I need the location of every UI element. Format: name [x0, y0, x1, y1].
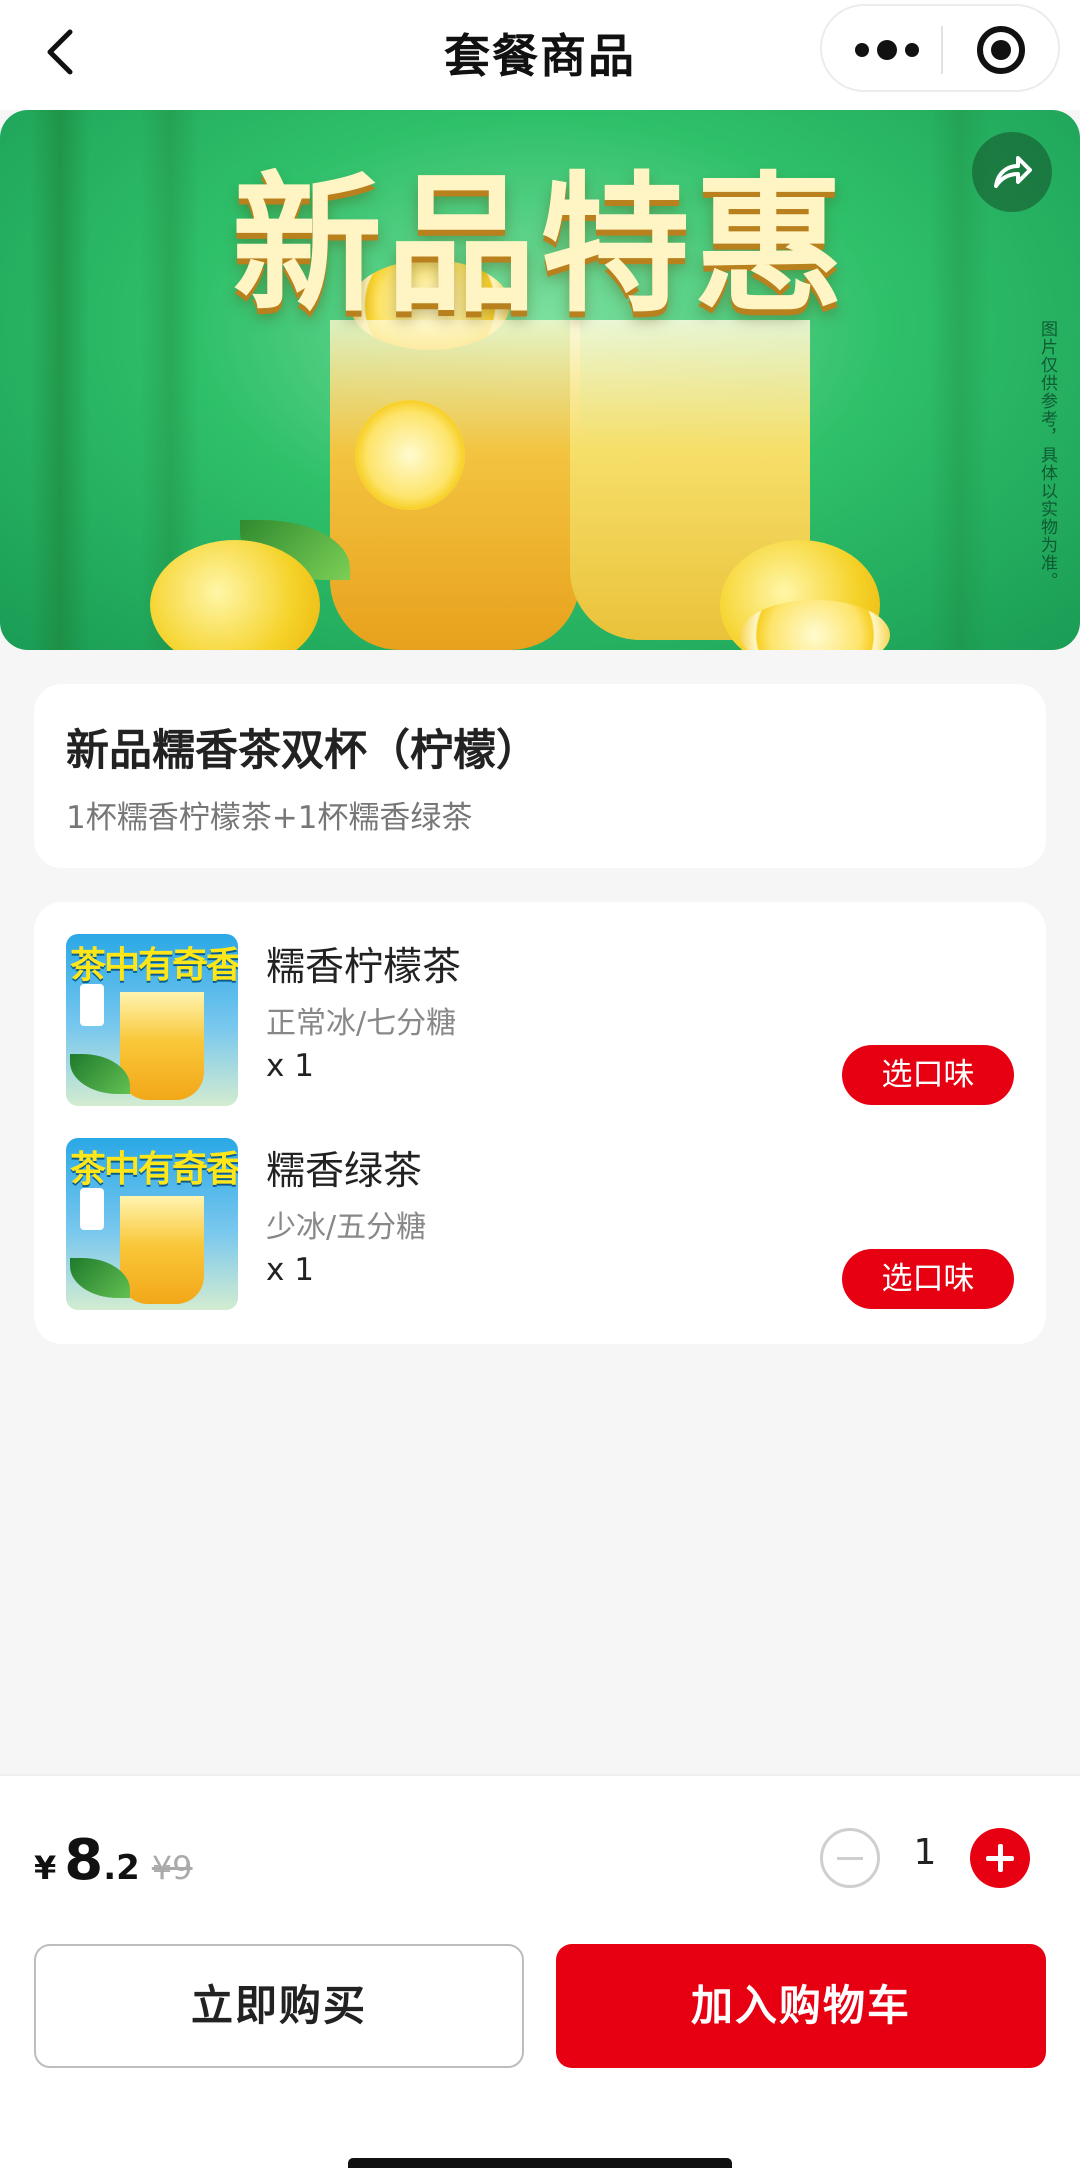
increase-quantity-button[interactable] — [970, 1828, 1030, 1888]
hero-banner: 新品特惠 图片仅供参考，具体以实物为准。 — [0, 110, 1080, 650]
quantity-value: 1 — [913, 1832, 937, 1873]
lemon-slice-image — [355, 400, 465, 510]
item-quantity: x 1 — [266, 1252, 314, 1288]
item-spec: 正常冰/七分糖 — [266, 1006, 457, 1041]
share-button[interactable] — [972, 132, 1052, 212]
drink-cup-image — [120, 1196, 204, 1304]
item-name: 糯香柠檬茶 — [266, 945, 462, 990]
nav-header: 套餐商品 — [0, 0, 1080, 110]
purchase-bar: ¥ 8 .2 ¥9 1 立即购买 加入购物车 — [0, 1774, 1080, 2168]
drink-cup-image — [120, 992, 204, 1100]
product-thumbnail: 茶中有奇香 — [66, 1138, 238, 1310]
decrease-quantity-button[interactable] — [820, 1828, 880, 1888]
currency-symbol: ¥ — [34, 1849, 57, 1887]
hero-headline: 新品特惠 — [231, 159, 848, 333]
product-thumbnail: 茶中有奇香 — [66, 934, 238, 1106]
choose-flavor-button[interactable]: 选口味 — [842, 1249, 1014, 1309]
combo-title: 新品糯香茶双杯（柠檬） — [66, 726, 539, 776]
thumbnail-badge — [80, 984, 104, 1026]
quantity-stepper: 1 — [820, 1828, 1030, 1888]
choose-flavor-button[interactable]: 选口味 — [842, 1045, 1014, 1105]
item-name: 糯香绿茶 — [266, 1149, 423, 1194]
disclaimer-note: 图片仅供参考，具体以实物为准。 — [1037, 320, 1057, 590]
thumbnail-slogan: 茶中有奇香 — [70, 1149, 238, 1190]
item-spec: 少冰/五分糖 — [266, 1210, 427, 1245]
combo-info-card: 新品糯香茶双杯（柠檬） 1杯糯香柠檬茶+1杯糯香绿茶 — [34, 684, 1046, 868]
combo-description: 1杯糯香柠檬茶+1杯糯香绿茶 — [66, 800, 473, 836]
price-integer: 8 — [64, 1828, 104, 1893]
combo-items-card: 茶中有奇香 糯香柠檬茶 正常冰/七分糖 x 1 选口味 茶中有奇香 糯香绿茶 少… — [34, 902, 1046, 1344]
price-display: ¥ 8 .2 ¥9 — [34, 1828, 193, 1893]
add-to-cart-button[interactable]: 加入购物车 — [556, 1944, 1046, 2068]
buy-now-button[interactable]: 立即购买 — [34, 1944, 524, 2068]
thumbnail-slogan: 茶中有奇香 — [70, 945, 238, 986]
capsule-divider — [941, 26, 943, 74]
target-circle-icon[interactable] — [977, 26, 1025, 74]
list-item: 茶中有奇香 糯香绿茶 少冰/五分糖 x 1 选口味 — [66, 1138, 1014, 1310]
home-indicator[interactable] — [348, 2158, 732, 2168]
more-dots-icon[interactable] — [842, 24, 932, 76]
original-price: ¥9 — [151, 1849, 193, 1887]
price-decimal: .2 — [103, 1848, 140, 1888]
thumbnail-badge — [80, 1188, 104, 1230]
mini-program-capsule — [820, 4, 1060, 92]
share-icon — [994, 156, 1032, 188]
list-item: 茶中有奇香 糯香柠檬茶 正常冰/七分糖 x 1 选口味 — [66, 934, 1014, 1106]
item-quantity: x 1 — [266, 1048, 314, 1084]
